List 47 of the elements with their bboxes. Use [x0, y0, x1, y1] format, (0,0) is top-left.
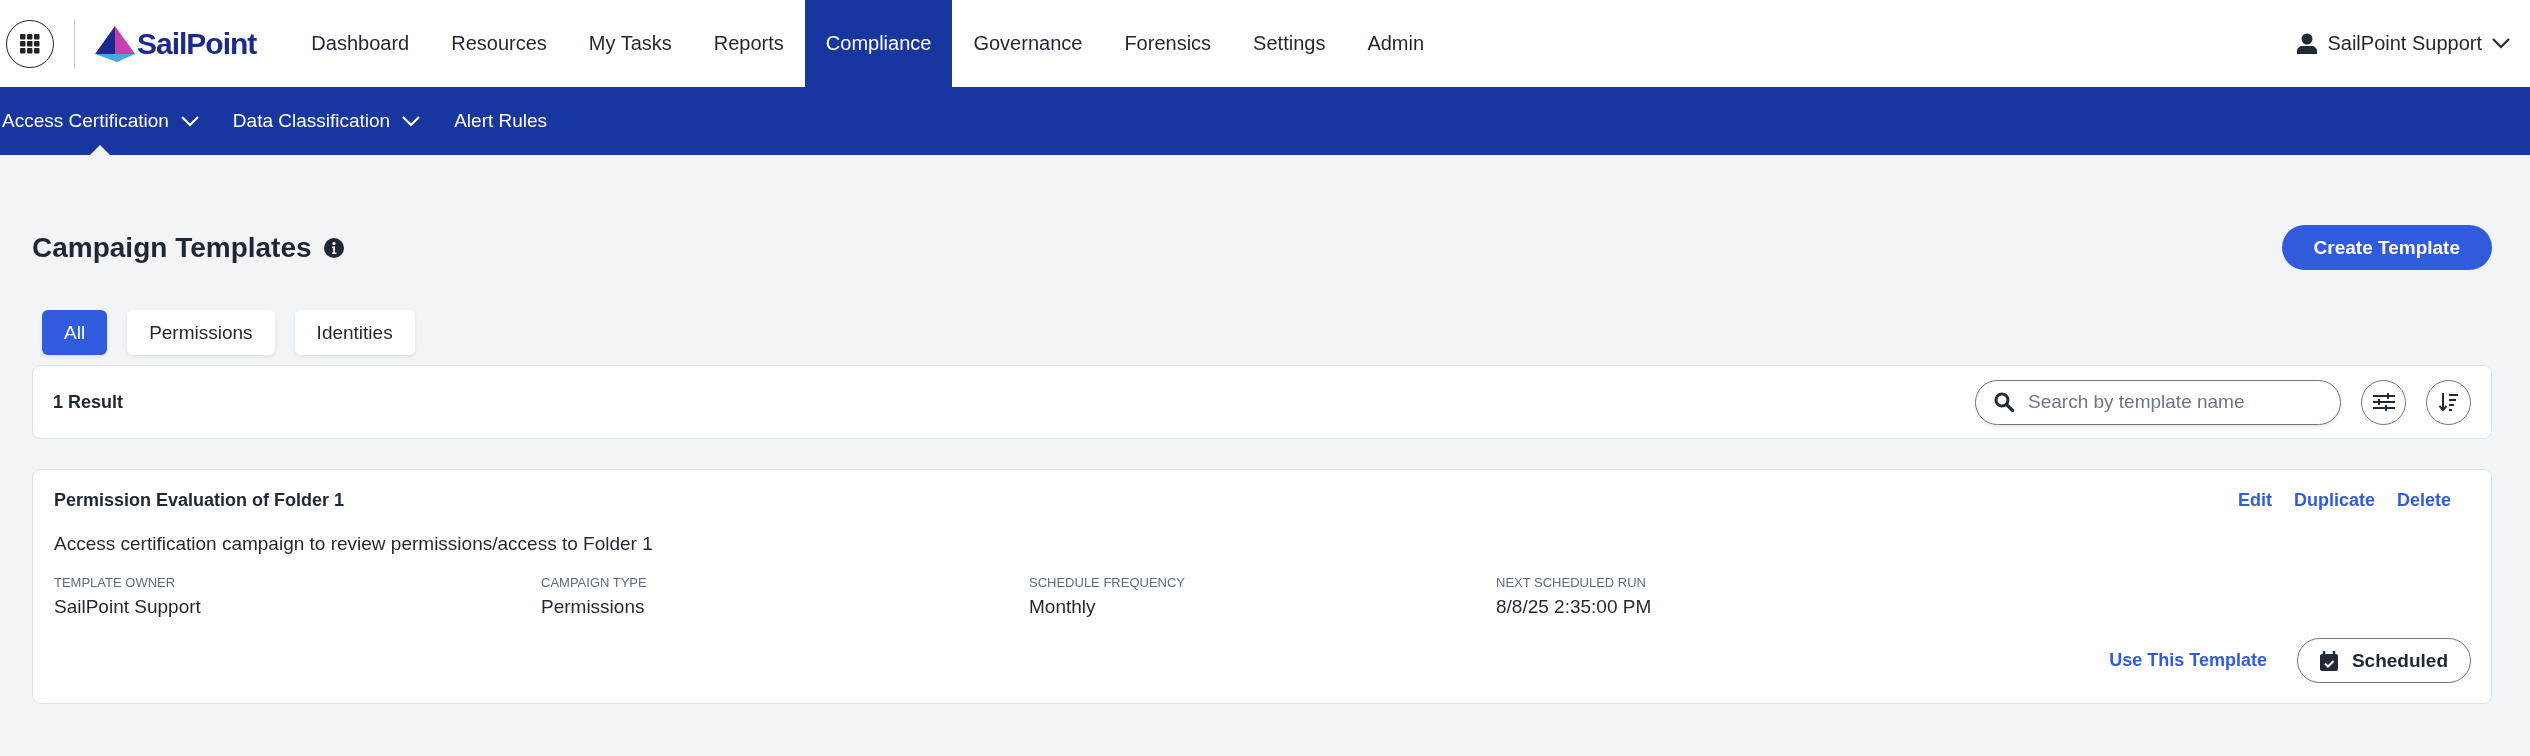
grid-icon — [20, 33, 40, 54]
field-label: NEXT SCHEDULED RUN — [1496, 575, 1647, 590]
action-link[interactable]: Delete — [2396, 490, 2451, 511]
search-icon — [1994, 392, 2014, 412]
field-label: SCHEDULE FREQUENCY — [1029, 575, 1187, 590]
subnav-item[interactable]: Data Classification — [230, 87, 441, 155]
action-link[interactable]: Duplicate — [2293, 490, 2375, 511]
info-icon — [323, 237, 344, 258]
field-value: SailPoint Support — [54, 596, 202, 618]
filter-tab[interactable]: Identities — [294, 310, 415, 355]
template-name: Permission Evaluation of Folder 1 — [54, 490, 345, 511]
filter-tab[interactable]: Permissions — [127, 310, 275, 355]
filter-tab[interactable]: All — [42, 310, 108, 355]
result-count: 1 Result — [53, 391, 124, 413]
subnav-item[interactable]: Access Certification — [0, 87, 219, 155]
nav-item[interactable]: Forensics — [1103, 0, 1233, 87]
logo-wordmark: SailPoint — [137, 26, 257, 61]
action-link[interactable]: Edit — [2237, 490, 2272, 511]
nav-item[interactable]: Admin — [1346, 0, 1446, 87]
template-description: Access certification campaign to review permissions/access to Folder 1 — [54, 533, 654, 555]
sort-button[interactable] — [2426, 379, 2471, 425]
app-launcher-button[interactable] — [6, 19, 54, 68]
page-title: Campaign Templates — [32, 231, 312, 264]
field-label: CAMPAIGN TYPE — [541, 575, 648, 590]
create-template-button[interactable]: Create Template — [2281, 225, 2492, 270]
nav-item[interactable]: Settings — [1232, 0, 1347, 87]
logo-mark-icon — [95, 25, 135, 62]
nav-item[interactable]: My Tasks — [567, 0, 693, 87]
chevron-down-icon — [2492, 38, 2510, 49]
field-value: Monthly — [1029, 596, 1097, 618]
sliders-icon — [2372, 393, 2395, 411]
user-icon — [2297, 33, 2318, 54]
nav-item[interactable]: Compliance — [804, 0, 953, 87]
field-value: 8/8/25 2:35:00 PM — [1496, 596, 1653, 618]
nav-item[interactable]: Resources — [430, 0, 568, 87]
sort-icon — [2438, 392, 2459, 412]
nav-item[interactable]: Reports — [692, 0, 805, 87]
nav-item[interactable]: Governance — [952, 0, 1104, 87]
nav-item[interactable]: Dashboard — [290, 0, 431, 87]
field-value: Permissions — [541, 596, 646, 618]
calendar-check-icon — [2319, 650, 2338, 671]
filter-settings-button[interactable] — [2361, 379, 2406, 425]
field-label: TEMPLATE OWNER — [54, 575, 177, 590]
use-template-link[interactable]: Use This Template — [2109, 650, 2267, 671]
search-field[interactable]: Search by template name — [1975, 379, 2341, 425]
subnav-item[interactable]: Alert Rules — [452, 87, 568, 155]
user-menu[interactable]: SailPoint Support — [2291, 0, 2516, 87]
